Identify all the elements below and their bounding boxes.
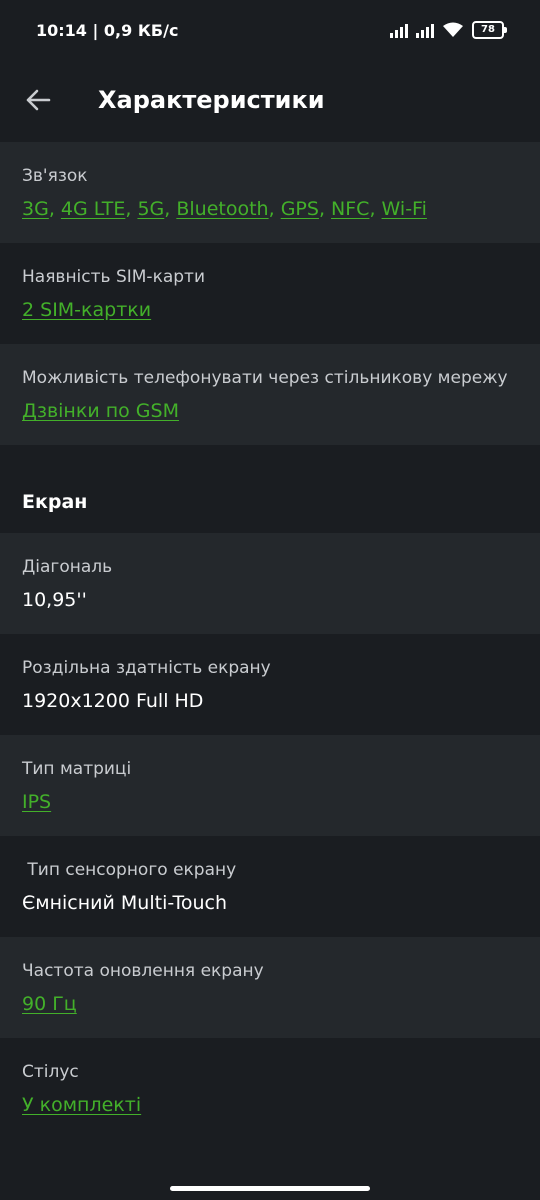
spec-label: Тип матриці [22, 759, 132, 779]
spec-row-diagonal: Діагональ 10,95'' [0, 533, 540, 634]
spec-row-stylus: Стілус У комплекті [0, 1038, 540, 1139]
spec-value: 10,95'' [22, 589, 87, 611]
spec-value: Ємнісний Multi-Touch [22, 892, 227, 914]
spec-link-stylus[interactable]: У комплекті [22, 1094, 141, 1116]
link-3g[interactable]: 3G [22, 198, 49, 220]
link-gps[interactable]: GPS [281, 198, 319, 220]
spec-row-resolution: Роздільна здатність екрану 1920x1200 Ful… [0, 634, 540, 735]
spec-row-matrix: Тип матриці IPS [0, 735, 540, 836]
spec-row-connection: Зв'язок 3G, 4G LTE, 5G, Bluetooth, GPS, … [0, 142, 540, 243]
page-title: Характеристики [98, 86, 325, 114]
spec-row-refresh: Частота оновлення екрану 90 Гц [0, 937, 540, 1038]
spec-label: Можливість телефонувати через стільников… [22, 368, 508, 388]
spec-value: 1920x1200 Full HD [22, 690, 204, 712]
link-nfc[interactable]: NFC [331, 198, 369, 220]
arrow-left-icon [26, 89, 51, 111]
spec-link-calls[interactable]: Дзвінки по GSM [22, 400, 179, 422]
spec-row-sim: Наявність SIM-карти 2 SIM-картки [0, 243, 540, 344]
link-5g[interactable]: 5G [137, 198, 164, 220]
spec-link-refresh[interactable]: 90 Гц [22, 993, 77, 1015]
specs-list: Зв'язок 3G, 4G LTE, 5G, Bluetooth, GPS, … [0, 142, 540, 1139]
spec-label: Роздільна здатність екрану [22, 658, 271, 678]
battery-icon: 78 [472, 21, 507, 39]
spec-label: Частота оновлення екрану [22, 961, 264, 981]
spec-label: Наявність SIM-карти [22, 267, 205, 287]
battery-level: 78 [481, 24, 495, 35]
spec-link-matrix[interactable]: IPS [22, 791, 51, 813]
wifi-icon [443, 22, 463, 37]
status-time-speed: 10:14 | 0,9 КБ/с [36, 20, 179, 40]
status-icons: 78 [390, 21, 507, 39]
signal-icon-2 [416, 22, 434, 38]
app-bar: Характеристики [0, 60, 540, 140]
spec-value-links: 3G, 4G LTE, 5G, Bluetooth, GPS, NFC, Wi-… [22, 198, 427, 220]
status-bar: 10:14 | 0,9 КБ/с 78 [0, 0, 540, 60]
signal-icon [390, 22, 408, 38]
spec-label: Тип сенсорного екрану [22, 860, 237, 880]
gesture-nav-handle[interactable] [170, 1186, 370, 1191]
spec-link-sim[interactable]: 2 SIM-картки [22, 299, 151, 321]
back-button[interactable] [18, 80, 58, 120]
spec-label: Діагональ [22, 557, 113, 577]
spec-row-calls: Можливість телефонувати через стільников… [0, 344, 540, 445]
spec-row-touch: Тип сенсорного екрану Ємнісний Multi-Tou… [0, 836, 540, 937]
section-title-screen: Екран [0, 445, 540, 533]
spec-label: Зв'язок [22, 166, 88, 186]
link-wifi[interactable]: Wi-Fi [382, 198, 427, 220]
link-4g-lte[interactable]: 4G LTE [61, 198, 125, 220]
link-bluetooth[interactable]: Bluetooth [176, 198, 268, 220]
spec-label: Стілус [22, 1062, 79, 1082]
